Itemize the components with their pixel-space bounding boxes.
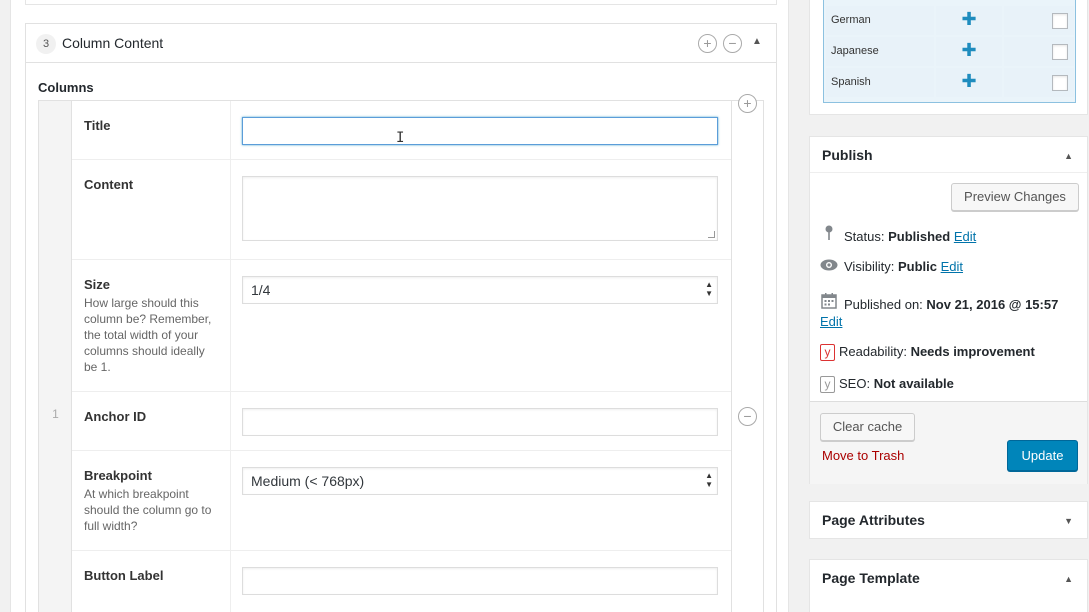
publish-box: Publish ▲ Preview Changes Status: Publis… — [809, 136, 1088, 484]
field-breakpoint: Breakpoint At which breakpoint should th… — [72, 451, 731, 551]
add-layout-button[interactable]: + — [698, 34, 717, 53]
row-drag-handle[interactable]: 1 — [39, 101, 72, 612]
collapse-toggle-icon[interactable]: ▲ — [1064, 574, 1073, 584]
field-description: How large should this column be? Remembe… — [84, 296, 212, 374]
row-number: 1 — [52, 407, 59, 421]
language-checkbox[interactable] — [1052, 75, 1068, 91]
page-attributes-box: Page Attributes ▼ — [809, 501, 1088, 539]
expand-toggle-icon[interactable]: ▼ — [1064, 516, 1073, 526]
language-checkbox[interactable] — [1052, 44, 1068, 60]
publish-header[interactable]: Publish ▲ — [810, 137, 1087, 173]
languages-table: German ✚ Japanese ✚ Spanish ✚ — [823, 0, 1076, 103]
language-name: German — [826, 6, 934, 35]
language-checkbox[interactable] — [1052, 13, 1068, 29]
publishing-actions: Clear cache Move to Trash Update — [810, 401, 1087, 484]
page-template-header[interactable]: Page Template ▲ — [810, 560, 1087, 596]
layout-handle[interactable]: 3 Column Content + − ▲ — [26, 24, 776, 63]
language-name: Japanese — [826, 37, 934, 66]
flexible-content-editor: 3 Column Content + − ▲ Columns 1 Title C… — [10, 0, 789, 612]
field-content: Content — [72, 160, 731, 260]
edit-status-link[interactable]: Edit — [954, 229, 976, 244]
field-label: Breakpoint — [84, 468, 152, 483]
visibility-row: Visibility: Public Edit — [820, 259, 963, 274]
edit-visibility-link[interactable]: Edit — [941, 259, 963, 274]
row-actions: + − — [731, 94, 763, 612]
seo-row: y SEO: Not available — [820, 376, 954, 393]
yoast-seo-icon: y — [820, 376, 835, 393]
previous-layout — [25, 0, 777, 5]
languages-box: German ✚ Japanese ✚ Spanish ✚ — [809, 0, 1088, 115]
add-translation-icon[interactable]: ✚ — [936, 6, 1002, 35]
status-row: Status: Published Edit — [820, 225, 976, 244]
columns-repeater: 1 Title Content Size How large should th… — [38, 94, 764, 612]
preview-changes-button[interactable]: Preview Changes — [951, 183, 1079, 211]
page-template-title: Page Template — [822, 570, 920, 586]
clear-cache-button[interactable]: Clear cache — [820, 413, 915, 441]
language-row: Japanese ✚ — [824, 37, 1075, 66]
field-size: Size How large should this column be? Re… — [72, 260, 731, 392]
language-name: Spanish — [826, 68, 934, 97]
yoast-readability-icon: y — [820, 344, 835, 361]
field-label: Title — [84, 118, 111, 133]
layout-order-badge: 3 — [36, 34, 56, 54]
remove-layout-button[interactable]: − — [723, 34, 742, 53]
page: 3 Column Content + − ▲ Columns 1 Title C… — [0, 0, 1089, 612]
add-translation-icon[interactable]: ✚ — [936, 37, 1002, 66]
pin-icon — [820, 225, 838, 244]
collapse-toggle-icon[interactable]: ▲ — [752, 36, 762, 47]
field-label: Button Label — [84, 568, 164, 583]
update-button[interactable]: Update — [1007, 440, 1078, 471]
page-template-box: Page Template ▲ — [809, 559, 1088, 612]
edit-date-link[interactable]: Edit — [820, 314, 842, 329]
select-arrows-icon: ▲ ▼ — [705, 471, 713, 489]
field-description: At which breakpoint should the column go… — [84, 487, 212, 533]
add-row-button[interactable]: + — [738, 94, 757, 113]
publish-title: Publish — [822, 147, 873, 163]
title-input[interactable] — [242, 117, 718, 145]
select-arrows-icon: ▲ ▼ — [705, 280, 713, 298]
content-textarea[interactable] — [242, 176, 718, 241]
breakpoint-select[interactable]: Medium (< 768px) ▲ ▼ — [242, 467, 718, 495]
layout-title: Column Content — [62, 35, 164, 51]
size-select[interactable]: 1/4 ▲ ▼ — [242, 276, 718, 304]
add-translation-icon[interactable]: ✚ — [936, 68, 1002, 97]
remove-row-button[interactable]: − — [738, 407, 757, 426]
language-row: German ✚ — [824, 6, 1075, 35]
collapse-toggle-icon[interactable]: ▲ — [1064, 151, 1073, 161]
row-fields: Title Content Size How large should this… — [72, 101, 731, 612]
readability-row: y Readability: Needs improvement — [820, 344, 1035, 361]
columns-label: Columns — [38, 80, 94, 95]
field-label: Size — [84, 277, 111, 292]
eye-icon — [820, 259, 838, 274]
published-on-row: Published on: Nov 21, 2016 @ 15:57 — [820, 293, 1058, 312]
text-cursor-icon: I — [396, 130, 405, 146]
field-button-label: Button Label — [72, 551, 731, 612]
anchor-id-input[interactable] — [242, 408, 718, 436]
calendar-icon — [820, 293, 838, 312]
field-label: Content — [84, 177, 134, 192]
field-anchor-id: Anchor ID — [72, 392, 731, 451]
page-attributes-header[interactable]: Page Attributes ▼ — [810, 502, 1087, 538]
language-row: Spanish ✚ — [824, 68, 1075, 97]
field-label: Anchor ID — [84, 409, 147, 424]
button-label-input[interactable] — [242, 567, 718, 595]
layout-column-content: 3 Column Content + − ▲ Columns 1 Title C… — [25, 23, 777, 612]
page-attributes-title: Page Attributes — [822, 512, 925, 528]
move-to-trash-link[interactable]: Move to Trash — [822, 448, 904, 463]
